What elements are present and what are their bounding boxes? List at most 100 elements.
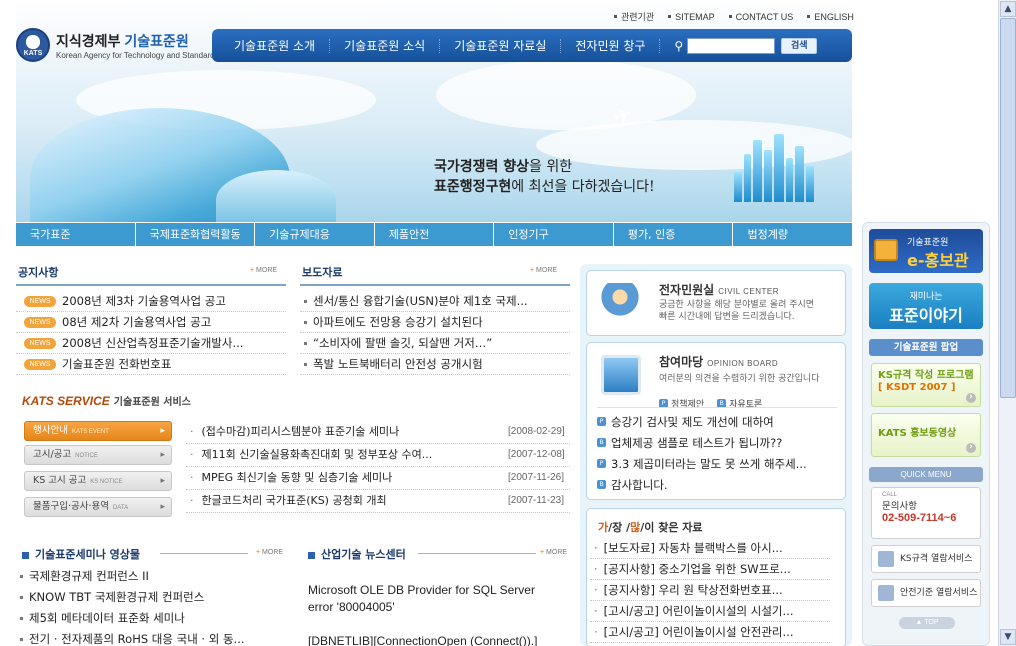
notice-more-link[interactable]: MORE (250, 267, 277, 274)
subnav-product-safety[interactable]: 제품안전 (375, 223, 495, 246)
faq-title: 가/장 /많/이 찾은 자료 (598, 521, 703, 534)
seminar-more-link[interactable]: MORE (256, 549, 283, 556)
policy-proposal-link[interactable]: P 정책제안 (659, 397, 704, 410)
scroll-thumb[interactable] (1000, 18, 1016, 398)
standard-story-banner[interactable]: 재미나는 표준이야기 (869, 283, 983, 329)
scroll-down-icon[interactable]: ▼ (1000, 629, 1016, 645)
list-item[interactable]: NEWS 2008년 제3차 기술용역사업 공고 (16, 291, 286, 312)
list-item[interactable]: B 감사합니다. (597, 474, 837, 495)
safety-standard-service-link[interactable]: 안전기준 열람서비스 (871, 579, 981, 607)
kats-event-button[interactable]: 행사안내 KATS EVENT (24, 421, 172, 441)
kats-seal-logo: KATS (16, 28, 50, 62)
list-item[interactable]: 폭발 노트북배터리 안전성 공개시험 (300, 354, 570, 375)
list-item[interactable]: MPEG 최신기술 동향 및 심층기술 세미나[2007-11-26] (186, 467, 570, 490)
list-item[interactable]: 센서/통신 융합기술(USN)분야 제1호 국제... (300, 291, 570, 312)
seminar-list: 국제환경규제 컨퍼런스 II KNOW TBT 국제환경규제 컨퍼런스 제5회 … (16, 566, 286, 646)
notice-list: NEWS 2008년 제3차 기술용역사업 공고 NEWS 08년 제2차 기술용역… (16, 291, 286, 375)
news-badge: NEWS (24, 295, 56, 307)
list-item[interactable]: KNOW TBT 국제환경규제 컨퍼런스 (16, 587, 286, 608)
notice-title[interactable]: 공지사항 (18, 264, 58, 280)
ksdt-popup-banner[interactable]: KS규격 작성 프로그램[ KSDT 2007 ] (871, 363, 981, 407)
list-item[interactable]: [고시/공고] 어린이놀이시설 안전관리... (590, 622, 830, 643)
slogan: 국가경쟁력 향상을 위한 표준행정구현에 최선을 다하겠습니다! (434, 159, 655, 195)
list-item[interactable]: [공지사항] 중소기업을 위한 SW프로... (590, 559, 830, 580)
kats-notice-button[interactable]: 고시/공고 NOTICE (24, 445, 172, 465)
civil-panel: 전자민원실 CIVIL CENTER 궁금한 사항을 해당 분야별로 올려 주시면… (580, 264, 852, 646)
list-item[interactable]: [공지사항] 우리 원 탁상전화번호표... (590, 580, 830, 601)
top-link-sitemap[interactable]: SITEMAP (668, 10, 715, 23)
computer-icon (601, 355, 641, 395)
news-badge: NEWS (24, 316, 56, 328)
bullet-icon (22, 551, 29, 559)
industry-news-more-link[interactable]: MORE (540, 549, 567, 556)
list-item[interactable]: P 3.3 제곱미터라는 말도 못 쓰게 해주세... (597, 453, 837, 474)
list-item[interactable]: [고시/공고] 어린이놀이시설의 시설기... (590, 601, 830, 622)
news-badge: NEWS (24, 358, 56, 370)
press-title[interactable]: 보도자료 (302, 264, 342, 280)
kats-service-title: KATS SERVICE 기술표준원 서비스 (22, 394, 191, 408)
list-item[interactable]: “소비자에 팔땐 솔깃, 되살땐 거저…” (300, 333, 570, 354)
quick-menu-title: QUICK MENU (869, 467, 983, 482)
person-icon (599, 283, 641, 323)
seminar-title[interactable]: 기술표준세미나 영상물 (22, 546, 140, 562)
top-button[interactable]: ▲ TOP (899, 617, 955, 629)
document-icon (878, 551, 894, 567)
nav-civil[interactable]: 전자민원 창구 (561, 38, 661, 53)
civil-center-box[interactable]: 전자민원실 CIVIL CENTER 궁금한 사항을 해당 분야별로 올려 주시면… (586, 270, 846, 336)
event-list: (접수마감)피리시스템분야 표준기술 세미나[2008-02-29] 제11회 … (186, 421, 570, 513)
subnav-evaluation[interactable]: 평가, 인증 (614, 223, 734, 246)
list-item[interactable]: NEWS 08년 제2차 기술용역사업 공고 (16, 312, 286, 333)
top-link-contact[interactable]: CONTACT US (729, 10, 794, 23)
list-item[interactable]: B 업체제공 샘플로 테스트가 됩니까?? (597, 432, 837, 453)
top-link-english[interactable]: ENGLISH (807, 10, 854, 23)
industry-news-title[interactable]: 산업기술 뉴스센터 (308, 546, 406, 562)
list-item[interactable]: 제5회 메타데이터 표준화 세미나 (16, 608, 286, 629)
nav-news[interactable]: 기술표준원 소식 (330, 38, 441, 53)
nav-about[interactable]: 기술표준원 소개 (220, 38, 331, 53)
bullet-icon (308, 551, 315, 559)
quick-sidebar: 기술표준원 e-홍보관 재미나는 표준이야기 기술표준원 팝업 KS규격 작성 … (862, 222, 990, 646)
kats-video-banner[interactable]: KATS 홍보동영상 (871, 413, 981, 457)
list-item[interactable]: (접수마감)피리시스템분야 표준기술 세미나[2008-02-29] (186, 421, 570, 444)
db-error-message: Microsoft OLE DB Provider for SQL Server… (308, 583, 538, 646)
ks-notice-button[interactable]: KS 고시 공고 KS NOTICE (24, 471, 172, 491)
opinion-board-box: 참여마당 OPINION BOARD 여러분의 의견을 수렴하기 위한 공간입니다… (586, 342, 846, 500)
ks-standard-service-link[interactable]: KS규격 열람서비스 (871, 545, 981, 573)
document-icon (878, 585, 894, 601)
press-more-link[interactable]: MORE (530, 267, 557, 274)
press-list: 센서/통신 융합기술(USN)분야 제1호 국제... 아파트에도 전망용 승강… (300, 291, 570, 375)
procurement-button[interactable]: 물품구입·공사·용역 DATA (24, 497, 172, 517)
subnav-legal-metrology[interactable]: 법정계량 (733, 223, 852, 246)
subnav-accreditation[interactable]: 인정기구 (494, 223, 614, 246)
list-item[interactable]: NEWS 2008년 신산업측정표준기술개발사... (16, 333, 286, 354)
search-button[interactable]: 검색 (781, 37, 818, 54)
nav-library[interactable]: 기술표준원 자료실 (440, 38, 562, 53)
list-item[interactable]: 국제환경규제 컨퍼런스 II (16, 566, 286, 587)
list-item[interactable]: 전기 · 전자제품의 RoHS 대응 국내 · 외 동... (16, 629, 286, 646)
vertical-scrollbar[interactable]: ▲ ▼ (998, 0, 1016, 646)
popup-title: 기술표준원 팝업 (869, 339, 983, 356)
logo[interactable]: KATS 지식경제부 기술표준원 Korean Agency for Techno… (16, 28, 219, 62)
free-discussion-link[interactable]: B 자유토론 (717, 397, 762, 410)
e-promotion-banner[interactable]: 기술표준원 e-홍보관 (869, 229, 983, 273)
main-nav: 기술표준원 소개 기술표준원 소식 기술표준원 자료실 전자민원 창구 ⚲ 검색 (212, 29, 852, 62)
call-info: CALL 문의사항 02-509-7114~6 (871, 487, 981, 539)
list-item[interactable]: 아파트에도 전망용 승강기 설치된다 (300, 312, 570, 333)
list-item[interactable]: 제11회 신기술실용화촉진대회 및 정부포상 수여...[2007-12-08] (186, 444, 570, 467)
faq-list: [보도자료] 자동차 블랙박스를 아시... [공지사항] 중소기업을 위한 S… (590, 538, 830, 643)
search-input[interactable] (687, 37, 776, 54)
list-item[interactable]: NEWS 기술표준원 전화번호표 (16, 354, 286, 375)
top-link-related[interactable]: 관련기관 (614, 10, 654, 23)
city-skyline-image (734, 132, 824, 202)
list-item[interactable]: P 승강기 검사및 제도 개선에 대하여 (597, 411, 837, 432)
opinion-list: P 승강기 검사및 제도 개선에 대하여 B 업체제공 샘플로 테스트가 됩니까??… (597, 411, 837, 495)
subnav-national-standard[interactable]: 국가표준 (16, 223, 136, 246)
scroll-up-icon[interactable]: ▲ (1000, 1, 1016, 17)
subnav-intl-cooperation[interactable]: 국제표준화협력활동 (136, 223, 256, 246)
tv-icon (874, 239, 898, 261)
sub-nav: 국가표준 국제표준화협력활동 기술규제대응 제품안전 인정기구 평가, 인증 법… (16, 223, 852, 246)
list-item[interactable]: 한글코드처리 국가표준(KS) 공청회 개최[2007-11-23] (186, 490, 570, 513)
subnav-tech-regulation[interactable]: 기술규제대응 (255, 223, 375, 246)
list-item[interactable]: [보도자료] 자동차 블랙박스를 아시... (590, 538, 830, 559)
news-badge: NEWS (24, 337, 56, 349)
